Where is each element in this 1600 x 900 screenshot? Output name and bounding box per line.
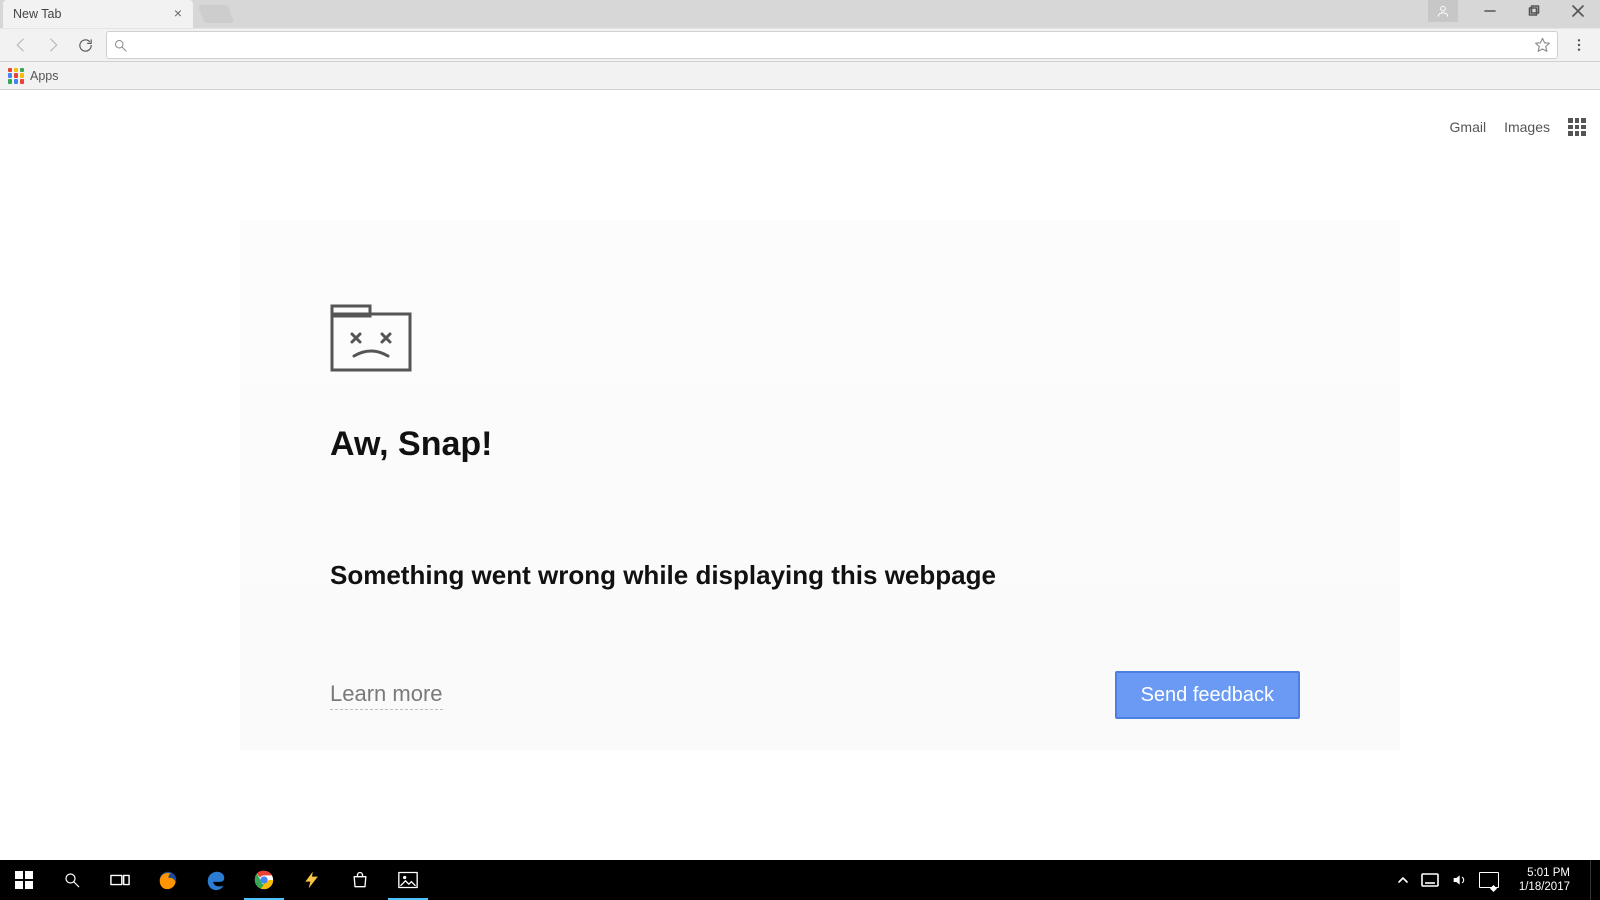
start-button[interactable]	[0, 860, 48, 900]
image-icon	[398, 871, 418, 889]
close-tab-icon[interactable]: ×	[171, 6, 185, 20]
apps-grid-icon[interactable]	[8, 68, 24, 84]
tray-date: 1/18/2017	[1519, 880, 1570, 894]
browser-toolbar	[0, 28, 1600, 62]
browser-titlebar: New Tab ×	[0, 0, 1600, 28]
browser-tab[interactable]: New Tab ×	[3, 0, 193, 28]
ntp-header-links: Gmail Images	[1450, 118, 1586, 136]
images-link[interactable]: Images	[1504, 119, 1550, 135]
omnibox[interactable]	[106, 31, 1558, 59]
maximize-icon	[1528, 5, 1540, 17]
window-maximize-button[interactable]	[1512, 0, 1556, 22]
show-desktop-button[interactable]	[1590, 860, 1596, 900]
system-tray: 5:01 PM 1/18/2017	[1397, 860, 1600, 900]
window-close-button[interactable]	[1556, 0, 1600, 22]
back-button[interactable]	[6, 30, 36, 60]
tab-title: New Tab	[13, 7, 61, 21]
new-tab-button[interactable]	[198, 5, 235, 23]
chevron-up-icon	[1397, 874, 1409, 886]
window-controls	[1428, 0, 1600, 22]
edge-icon	[205, 869, 227, 891]
reload-button[interactable]	[70, 30, 100, 60]
taskbar-search-button[interactable]	[48, 860, 96, 900]
tray-input-indicator[interactable]	[1421, 873, 1439, 887]
taskbar-app-winamp[interactable]	[288, 860, 336, 900]
aw-snap-icon	[330, 304, 412, 372]
tray-volume-button[interactable]	[1451, 872, 1467, 888]
taskbar-app-store[interactable]	[336, 860, 384, 900]
bookmarks-bar: Apps	[0, 62, 1600, 90]
windows-taskbar: 5:01 PM 1/18/2017	[0, 860, 1600, 900]
forward-button[interactable]	[38, 30, 68, 60]
reload-icon	[77, 37, 94, 54]
windows-icon	[15, 871, 33, 889]
close-icon	[1572, 5, 1584, 17]
error-card: Aw, Snap! Something went wrong while dis…	[240, 220, 1400, 750]
gmail-link[interactable]: Gmail	[1450, 119, 1487, 135]
arrow-right-icon	[44, 36, 62, 54]
task-view-button[interactable]	[96, 860, 144, 900]
tray-clock[interactable]: 5:01 PM 1/18/2017	[1511, 866, 1578, 895]
kebab-icon	[1571, 37, 1587, 53]
error-title: Aw, Snap!	[330, 425, 1310, 464]
firefox-icon	[157, 869, 179, 891]
task-view-icon	[110, 872, 130, 888]
profile-avatar-button[interactable]	[1428, 0, 1458, 22]
google-apps-launcher-icon[interactable]	[1568, 118, 1586, 136]
address-input[interactable]	[134, 32, 1528, 58]
chrome-icon	[253, 869, 275, 891]
apps-bookmark-link[interactable]: Apps	[30, 69, 59, 83]
search-icon	[113, 38, 128, 53]
page-content: Gmail Images Aw, Snap! Something went wr…	[0, 90, 1600, 860]
keyboard-icon	[1421, 873, 1439, 887]
taskbar-app-photos[interactable]	[384, 860, 432, 900]
window-minimize-button[interactable]	[1468, 0, 1512, 22]
search-icon	[63, 871, 81, 889]
taskbar-app-edge[interactable]	[192, 860, 240, 900]
learn-more-link[interactable]: Learn more	[330, 681, 443, 710]
tray-action-center-button[interactable]	[1479, 872, 1499, 888]
taskbar-app-firefox[interactable]	[144, 860, 192, 900]
chrome-menu-button[interactable]	[1564, 30, 1594, 60]
bookmark-star-icon[interactable]	[1534, 37, 1551, 54]
taskbar-app-chrome[interactable]	[240, 860, 288, 900]
tray-overflow-button[interactable]	[1397, 874, 1409, 886]
person-icon	[1436, 4, 1450, 18]
minimize-icon	[1484, 5, 1496, 17]
notification-icon	[1479, 872, 1499, 888]
send-feedback-button[interactable]: Send feedback	[1115, 671, 1300, 719]
tray-time: 5:01 PM	[1527, 866, 1570, 880]
volume-icon	[1451, 872, 1467, 888]
shopping-bag-icon	[350, 870, 370, 890]
arrow-left-icon	[12, 36, 30, 54]
lightning-icon	[302, 870, 322, 890]
error-message: Something went wrong while displaying th…	[330, 560, 1310, 591]
